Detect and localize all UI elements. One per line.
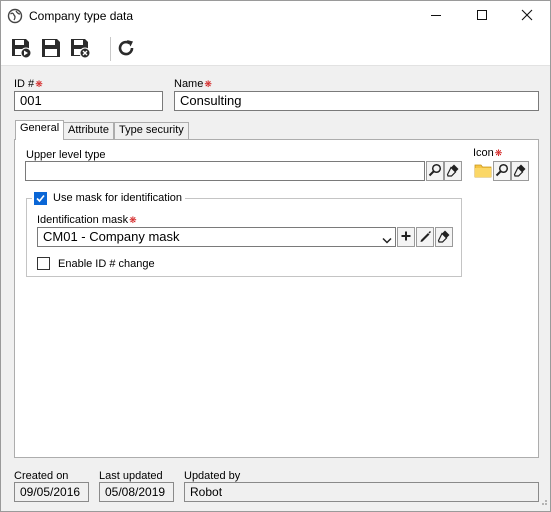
refresh-button[interactable] [114,37,138,61]
upper-level-search-button[interactable] [426,161,444,181]
upper-level-type-field[interactable] [25,161,425,181]
eraser-icon [513,163,527,180]
use-mask-checkbox[interactable] [34,191,47,205]
updated-by-field: Robot [184,482,539,502]
use-mask-checkbox-row[interactable]: Use mask for identification [32,190,185,206]
toolbar [1,32,550,66]
required-icon: ❋ [494,148,503,158]
save-and-new-button[interactable] [9,37,33,61]
updated-by-label: Updated by [184,470,241,482]
enable-id-change-checkbox[interactable] [37,257,50,270]
toolbar-separator [110,37,111,61]
icon-label: Icon❋ [473,147,503,159]
resize-grip-icon[interactable] [538,496,548,509]
enable-id-change-row[interactable]: Enable ID # change [37,256,155,271]
plus-icon [400,230,412,245]
tab-type-security[interactable]: Type security [114,122,189,139]
tab-attribute[interactable]: Attribute [63,122,114,139]
search-icon [428,163,442,180]
close-button[interactable] [504,1,550,32]
save-and-close-button[interactable] [68,37,92,61]
general-tab-panel: Upper level type Icon❋ Use mask for iden… [14,139,539,458]
minimize-button[interactable] [413,1,459,32]
maximize-button[interactable] [459,1,505,32]
maximize-icon [476,9,488,24]
refresh-icon [115,37,137,62]
identification-mask-label: Identification mask❋ [37,214,137,226]
created-on-label: Created on [14,470,69,482]
required-icon: ❋ [204,79,212,89]
name-field[interactable]: Consulting [174,91,539,111]
tab-general[interactable]: General [15,120,65,140]
use-mask-label: Use mask for identification [53,192,182,204]
upper-level-clear-button[interactable] [444,161,462,181]
icon-search-button[interactable] [493,161,511,181]
icon-preview[interactable] [474,161,492,181]
eraser-icon [446,163,460,180]
required-icon: ❋ [35,79,43,89]
id-field[interactable]: 001 [14,91,163,111]
close-icon [521,9,533,24]
add-mask-button[interactable] [397,227,415,247]
name-label: Name❋ [174,78,212,90]
company-type-dialog: Company type data ID #❋ 001 Name❋ Consul… [0,0,551,512]
folder-icon [474,162,492,181]
title-bar[interactable]: Company type data [1,1,550,32]
clear-mask-button[interactable] [435,227,453,247]
window-title: Company type data [29,9,134,23]
save-close-icon [69,37,91,62]
required-icon: ❋ [129,215,137,225]
eraser-icon [437,229,451,246]
mask-group: Use mask for identification Identificati… [26,190,462,277]
save-icon [40,37,62,62]
gear-globe-icon [7,8,23,24]
last-updated-field: 05/08/2019 [99,482,174,502]
id-label: ID #❋ [14,78,43,90]
search-icon [495,163,509,180]
enable-id-change-label: Enable ID # change [58,257,155,270]
pencil-icon [418,229,432,246]
upper-level-type-label: Upper level type [26,149,106,161]
minimize-icon [430,9,442,24]
last-updated-label: Last updated [99,470,163,482]
chevron-down-icon [382,233,392,246]
save-plus-icon [10,37,32,62]
icon-clear-button[interactable] [511,161,529,181]
save-button[interactable] [39,37,63,61]
identification-mask-select[interactable]: CM01 - Company mask [37,227,396,247]
created-on-field: 09/05/2016 [14,482,89,502]
edit-mask-button[interactable] [416,227,434,247]
